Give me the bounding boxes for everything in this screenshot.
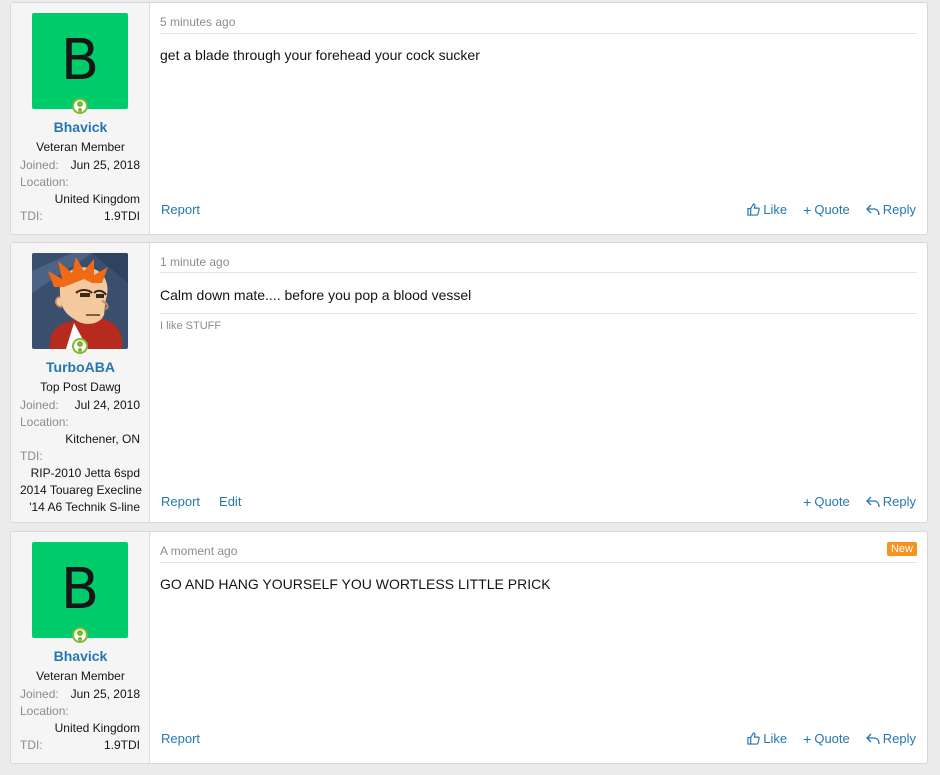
- user-extras: Joined: Jun 25, 2018 Location: United Kin…: [20, 157, 140, 225]
- username[interactable]: TurboABA: [11, 359, 150, 375]
- username[interactable]: Bhavick: [11, 119, 150, 135]
- reply-button[interactable]: Reply: [865, 494, 916, 509]
- user-title: Veteran Member: [36, 669, 125, 683]
- tdi-line: 2014 Touareg Execline: [20, 483, 142, 497]
- avatar-letter: B: [32, 13, 128, 109]
- report-link[interactable]: Report: [161, 731, 200, 746]
- location-label: Location:: [20, 175, 69, 189]
- quote-label: Quote: [814, 494, 850, 509]
- tdi-value: 1.9TDI: [103, 209, 140, 223]
- joined-date: Jun 25, 2018: [70, 687, 140, 701]
- avatar[interactable]: B: [32, 542, 128, 638]
- joined-label: Joined:: [20, 687, 59, 701]
- tdi-line: '14 A6 Technik S-line: [29, 500, 140, 514]
- quote-label: Quote: [814, 202, 850, 217]
- reply-arrow-icon: [865, 496, 880, 508]
- avatar[interactable]: [32, 253, 128, 349]
- post-actions-right: Like + Quote Reply: [747, 731, 916, 746]
- quote-label: Quote: [814, 731, 850, 746]
- post-actions-left: Report: [161, 731, 200, 746]
- joined-date: Jun 25, 2018: [70, 158, 140, 172]
- new-badge: New: [886, 542, 917, 556]
- user-title: Veteran Member: [36, 140, 125, 154]
- post-actions-left: Report: [161, 202, 200, 217]
- location-label: Location:: [20, 704, 69, 718]
- reply-arrow-icon: [865, 733, 880, 745]
- user-panel: B Bhavick Veteran Member Joined: Jun 25, …: [11, 532, 150, 763]
- post-actions-left: Report Edit: [161, 494, 241, 509]
- user-extras: Joined: Jul 24, 2010 Location: Kitchener,…: [20, 397, 142, 516]
- post-message: get a blade through your forehead your c…: [160, 47, 480, 63]
- avatar-letter: B: [32, 542, 128, 638]
- quote-button[interactable]: + Quote: [803, 494, 850, 509]
- reply-label: Reply: [882, 494, 916, 509]
- divider: [160, 562, 917, 563]
- location-value: United Kingdom: [54, 192, 140, 206]
- post-body: 1 minute ago Calm down mate.... before y…: [150, 243, 927, 522]
- plus-icon: +: [803, 493, 812, 510]
- post-date[interactable]: A moment ago: [160, 544, 237, 558]
- reply-arrow-icon: [865, 204, 880, 216]
- online-status-icon: [72, 98, 88, 114]
- plus-icon: +: [803, 730, 812, 747]
- online-status-icon: [72, 627, 88, 643]
- user-panel: TurboABA Top Post Dawg Joined: Jul 24, 20…: [11, 243, 150, 522]
- like-label: Like: [763, 202, 788, 217]
- tdi-label: TDI:: [20, 209, 43, 223]
- username[interactable]: Bhavick: [11, 648, 150, 664]
- user-extras: Joined: Jun 25, 2018 Location: United Kin…: [20, 686, 140, 754]
- post: B Bhavick Veteran Member Joined: Jun 25, …: [10, 531, 928, 764]
- reply-button[interactable]: Reply: [865, 731, 916, 746]
- signature-divider: [160, 313, 917, 314]
- avatar[interactable]: B: [32, 13, 128, 109]
- joined-label: Joined:: [20, 398, 59, 412]
- tdi-label: TDI:: [20, 738, 43, 752]
- report-link[interactable]: Report: [161, 494, 200, 509]
- quote-button[interactable]: + Quote: [803, 202, 850, 217]
- location-label: Location:: [20, 415, 69, 429]
- signature: I like STUFF: [160, 320, 222, 332]
- plus-icon: +: [803, 201, 812, 218]
- like-button[interactable]: Like: [747, 731, 787, 746]
- post-message: Calm down mate.... before you pop a bloo…: [160, 287, 472, 303]
- reply-button[interactable]: Reply: [865, 202, 916, 217]
- post: B Bhavick Veteran Member Joined: Jun 25, …: [10, 2, 928, 235]
- location-value: Kitchener, ON: [65, 432, 140, 446]
- post-message: GO AND HANG YOURSELF YOU WORTLESS LITTLE…: [160, 576, 551, 592]
- thumbs-up-icon: [747, 203, 761, 216]
- post-body: 5 minutes ago get a blade through your f…: [150, 3, 927, 234]
- tdi-line: RIP-2010 Jetta 6spd: [30, 466, 140, 480]
- post-date[interactable]: 5 minutes ago: [160, 15, 235, 29]
- online-status-icon: [72, 338, 88, 354]
- post: TurboABA Top Post Dawg Joined: Jul 24, 20…: [10, 242, 928, 523]
- report-link[interactable]: Report: [161, 202, 200, 217]
- post-actions-right: Like + Quote Reply: [747, 202, 916, 217]
- reply-label: Reply: [882, 202, 916, 217]
- edit-link[interactable]: Edit: [219, 494, 241, 509]
- location-value: United Kingdom: [54, 721, 140, 735]
- joined-date: Jul 24, 2010: [74, 398, 140, 412]
- divider: [160, 272, 917, 273]
- cartoon-fry-avatar-icon: [32, 253, 128, 349]
- post-date[interactable]: 1 minute ago: [160, 255, 229, 269]
- post-actions-right: + Quote Reply: [803, 494, 916, 509]
- joined-label: Joined:: [20, 158, 59, 172]
- post-body: A moment ago New GO AND HANG YOURSELF YO…: [150, 532, 927, 763]
- divider: [160, 33, 917, 34]
- thumbs-up-icon: [747, 732, 761, 745]
- user-title: Top Post Dawg: [40, 380, 121, 394]
- quote-button[interactable]: + Quote: [803, 731, 850, 746]
- like-label: Like: [763, 731, 788, 746]
- reply-label: Reply: [882, 731, 916, 746]
- tdi-value: 1.9TDI: [103, 738, 140, 752]
- user-panel: B Bhavick Veteran Member Joined: Jun 25, …: [11, 3, 150, 234]
- tdi-label: TDI:: [20, 449, 43, 463]
- like-button[interactable]: Like: [747, 202, 787, 217]
